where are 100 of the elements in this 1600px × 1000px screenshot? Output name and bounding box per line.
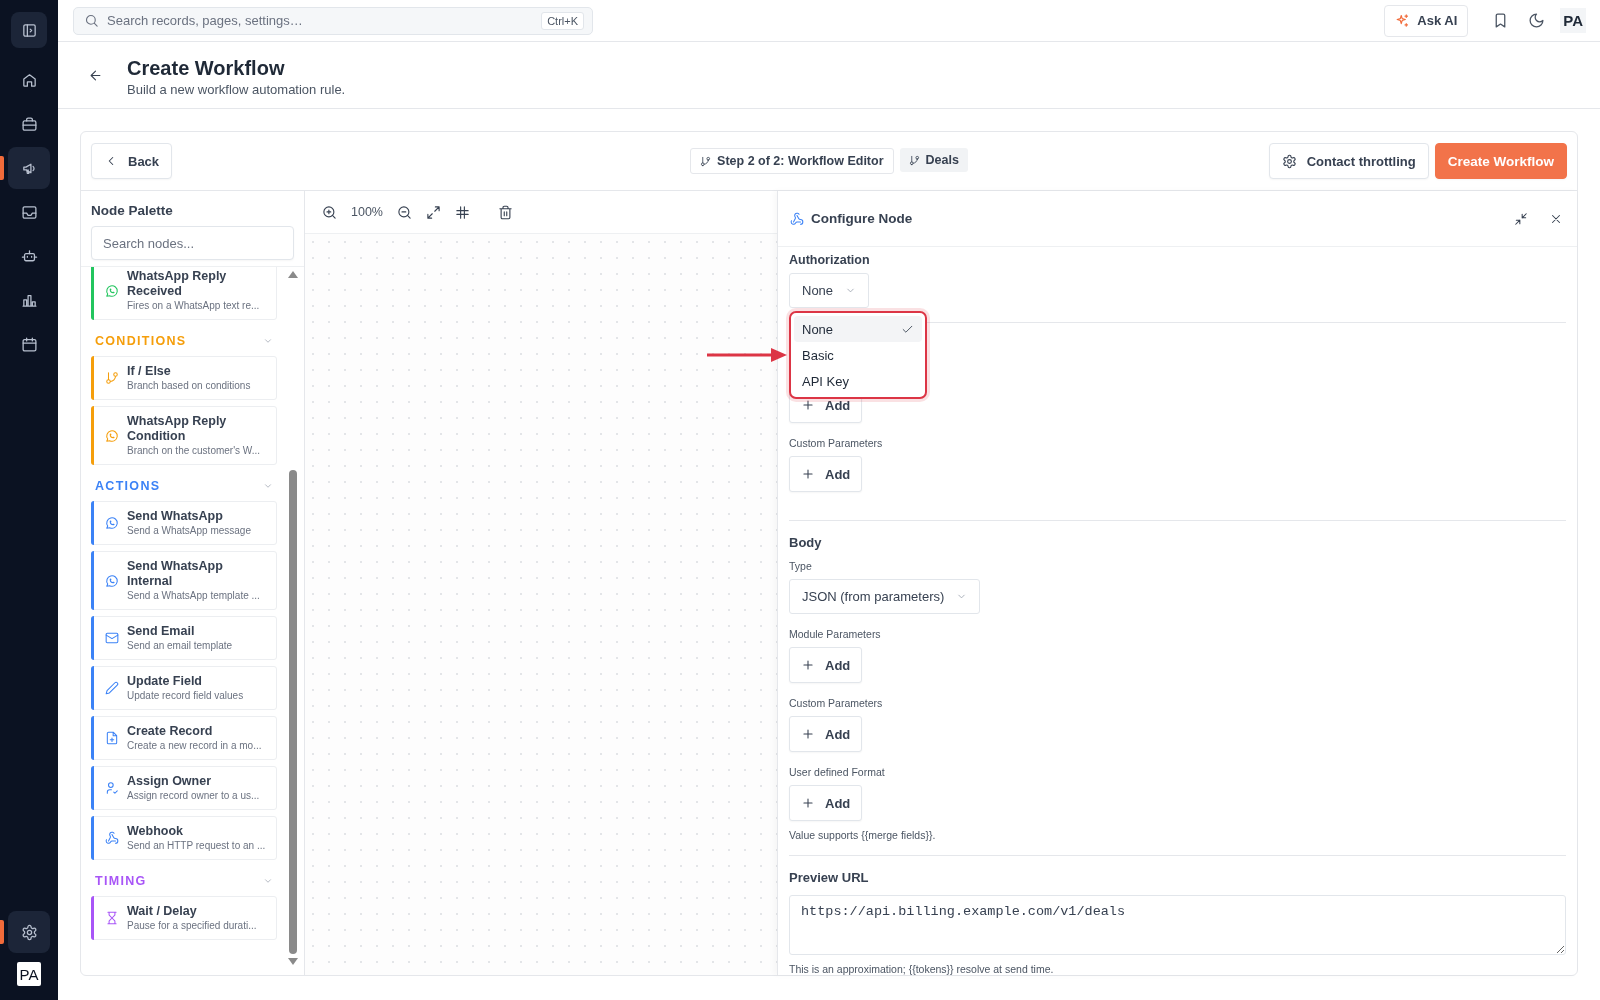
contact-throttling-button[interactable]: Contact throttling bbox=[1268, 143, 1429, 179]
node-card[interactable]: Send Email Send an email template bbox=[91, 616, 277, 660]
active-indicator bbox=[0, 920, 4, 944]
page-title: Create Workflow bbox=[127, 56, 286, 80]
chat-bubble-icon bbox=[105, 573, 119, 588]
chat-bubble-icon bbox=[105, 428, 119, 443]
back-arrow-icon[interactable] bbox=[88, 68, 103, 83]
zoom-level: 100% bbox=[351, 205, 383, 219]
field-label: Custom Parameters bbox=[789, 437, 884, 449]
node-card[interactable]: WhatsApp Reply Condition Branch on the customer's W... bbox=[91, 406, 277, 465]
field-label: Type bbox=[789, 560, 813, 572]
search-field[interactable]: Search records, pages, settings… Ctrl+K bbox=[73, 6, 593, 35]
branch-icon bbox=[105, 371, 119, 385]
node-title: Send WhatsApp bbox=[127, 509, 224, 524]
section-heading: Preview URL bbox=[789, 870, 870, 885]
node-description: Update record field values bbox=[127, 689, 244, 702]
node-title: Assign Owner bbox=[127, 774, 213, 789]
section-heading: CONDITIONS bbox=[95, 334, 187, 348]
hint-text: This is an approximation; {{tokens}} resolve at send time. bbox=[789, 963, 1055, 975]
webhook-icon bbox=[105, 831, 119, 845]
palette-title: Node Palette bbox=[91, 203, 174, 218]
node-card[interactable]: Webhook Send an HTTP request to an ... bbox=[91, 816, 277, 860]
node-description: Fires on a WhatsApp text re... bbox=[127, 299, 261, 312]
mail-icon bbox=[105, 631, 119, 645]
scrollbar[interactable] bbox=[287, 271, 298, 965]
node-title: Send Email bbox=[127, 624, 196, 639]
section-heading: TIMING bbox=[95, 874, 147, 888]
nav-button[interactable] bbox=[8, 911, 50, 953]
branch-icon bbox=[700, 155, 712, 167]
plus-icon bbox=[801, 796, 815, 810]
moon-icon[interactable] bbox=[1527, 12, 1545, 29]
search-input[interactable]: Search records, pages, settings… bbox=[107, 13, 534, 28]
user-avatar[interactable]: PA bbox=[17, 962, 41, 986]
pencil-icon bbox=[105, 681, 119, 695]
field-label: User defined Format bbox=[789, 766, 886, 778]
shortcut-badge: Ctrl+K bbox=[541, 11, 584, 30]
page-subtitle: Build a new workflow automation rule. bbox=[127, 82, 346, 97]
add-button[interactable]: Add bbox=[789, 785, 863, 821]
node-description: Create a new record in a mo... bbox=[127, 739, 262, 752]
zoom-out-icon[interactable] bbox=[397, 204, 412, 220]
node-title: If / Else bbox=[127, 364, 172, 379]
zoom-in-icon[interactable] bbox=[322, 204, 337, 220]
node-title: Create Record bbox=[127, 724, 214, 739]
node-description: Branch based on conditions bbox=[127, 379, 251, 392]
ask-ai-button[interactable]: Ask AI bbox=[1384, 4, 1469, 37]
section-heading: Body bbox=[789, 535, 823, 550]
sidebar-toggle-button[interactable] bbox=[11, 12, 47, 48]
nav-button[interactable] bbox=[8, 147, 50, 189]
step-indicator: Step 2 of 2: Workflow Editor bbox=[690, 148, 894, 174]
node-card[interactable]: Assign Owner Assign record owner to a us... bbox=[91, 766, 277, 810]
search-field[interactable]: Search nodes... bbox=[91, 226, 294, 260]
add-button[interactable]: Add bbox=[789, 456, 863, 492]
dropdown-option[interactable]: Basic bbox=[794, 342, 922, 368]
node-title: Send WhatsApp Internal bbox=[127, 559, 224, 589]
fit-view-icon[interactable] bbox=[426, 204, 441, 220]
panel-title: Configure Node bbox=[811, 211, 914, 226]
node-description: Send an email template bbox=[127, 639, 233, 652]
inbox-icon bbox=[20, 203, 38, 221]
user-avatar[interactable]: PA bbox=[1560, 8, 1586, 33]
search-icon bbox=[84, 13, 99, 28]
module-badge: Deals bbox=[899, 148, 968, 172]
select-field[interactable]: JSON (from parameters) bbox=[789, 579, 981, 614]
briefcase-icon bbox=[20, 115, 38, 133]
node-description: Send an HTTP request to an ... bbox=[127, 839, 266, 852]
node-title: Webhook bbox=[127, 824, 185, 839]
hourglass-icon bbox=[105, 911, 119, 925]
node-title: Wait / Delay bbox=[127, 904, 198, 919]
node-card[interactable]: Wait / Delay Pause for a specified durati... bbox=[91, 896, 277, 940]
url-preview-field[interactable]: https://api.billing.example.com/v1/deals bbox=[789, 895, 1566, 955]
sparkle-icon bbox=[1395, 13, 1411, 28]
settings-icon bbox=[1281, 153, 1297, 169]
back-button[interactable]: Back bbox=[91, 143, 173, 179]
node-description: Send a WhatsApp template ... bbox=[127, 589, 261, 602]
calendar-icon bbox=[20, 335, 38, 353]
chat-bubble-icon bbox=[105, 283, 119, 298]
node-description: Send a WhatsApp message bbox=[127, 524, 251, 537]
branch-icon bbox=[908, 154, 920, 166]
node-title: WhatsApp Reply Received bbox=[127, 269, 228, 299]
node-title: Update Field bbox=[127, 674, 203, 689]
settings-icon bbox=[20, 923, 38, 941]
select-field[interactable]: None bbox=[789, 273, 870, 308]
add-button[interactable]: Add bbox=[789, 647, 863, 683]
node-description: Assign record owner to a us... bbox=[127, 789, 260, 802]
add-button[interactable]: Add bbox=[789, 716, 863, 752]
minimize-icon[interactable] bbox=[1514, 211, 1528, 226]
section-heading: ACTIONS bbox=[95, 479, 161, 493]
delete-icon[interactable] bbox=[498, 204, 513, 220]
field-label: Custom Parameters bbox=[789, 697, 884, 709]
node-card[interactable]: WhatsApp Reply Received Fires on a WhatsApp text re... bbox=[91, 267, 277, 320]
node-card[interactable]: Update Field Update record field values bbox=[91, 666, 277, 710]
webhook-icon bbox=[790, 211, 804, 226]
node-card[interactable]: Send WhatsApp Send a WhatsApp message bbox=[91, 501, 277, 545]
home-icon bbox=[20, 71, 38, 89]
node-card[interactable]: Send WhatsApp Internal Send a WhatsApp template ... bbox=[91, 551, 277, 610]
node-card[interactable]: Create Record Create a new record in a mo... bbox=[91, 716, 277, 760]
node-description: Pause for a specified durati... bbox=[127, 919, 257, 932]
node-card[interactable]: If / Else Branch based on conditions bbox=[91, 356, 277, 400]
grid-icon[interactable] bbox=[455, 204, 470, 220]
node-title: WhatsApp Reply Condition bbox=[127, 414, 228, 444]
dropdown-option[interactable]: None bbox=[794, 316, 922, 342]
